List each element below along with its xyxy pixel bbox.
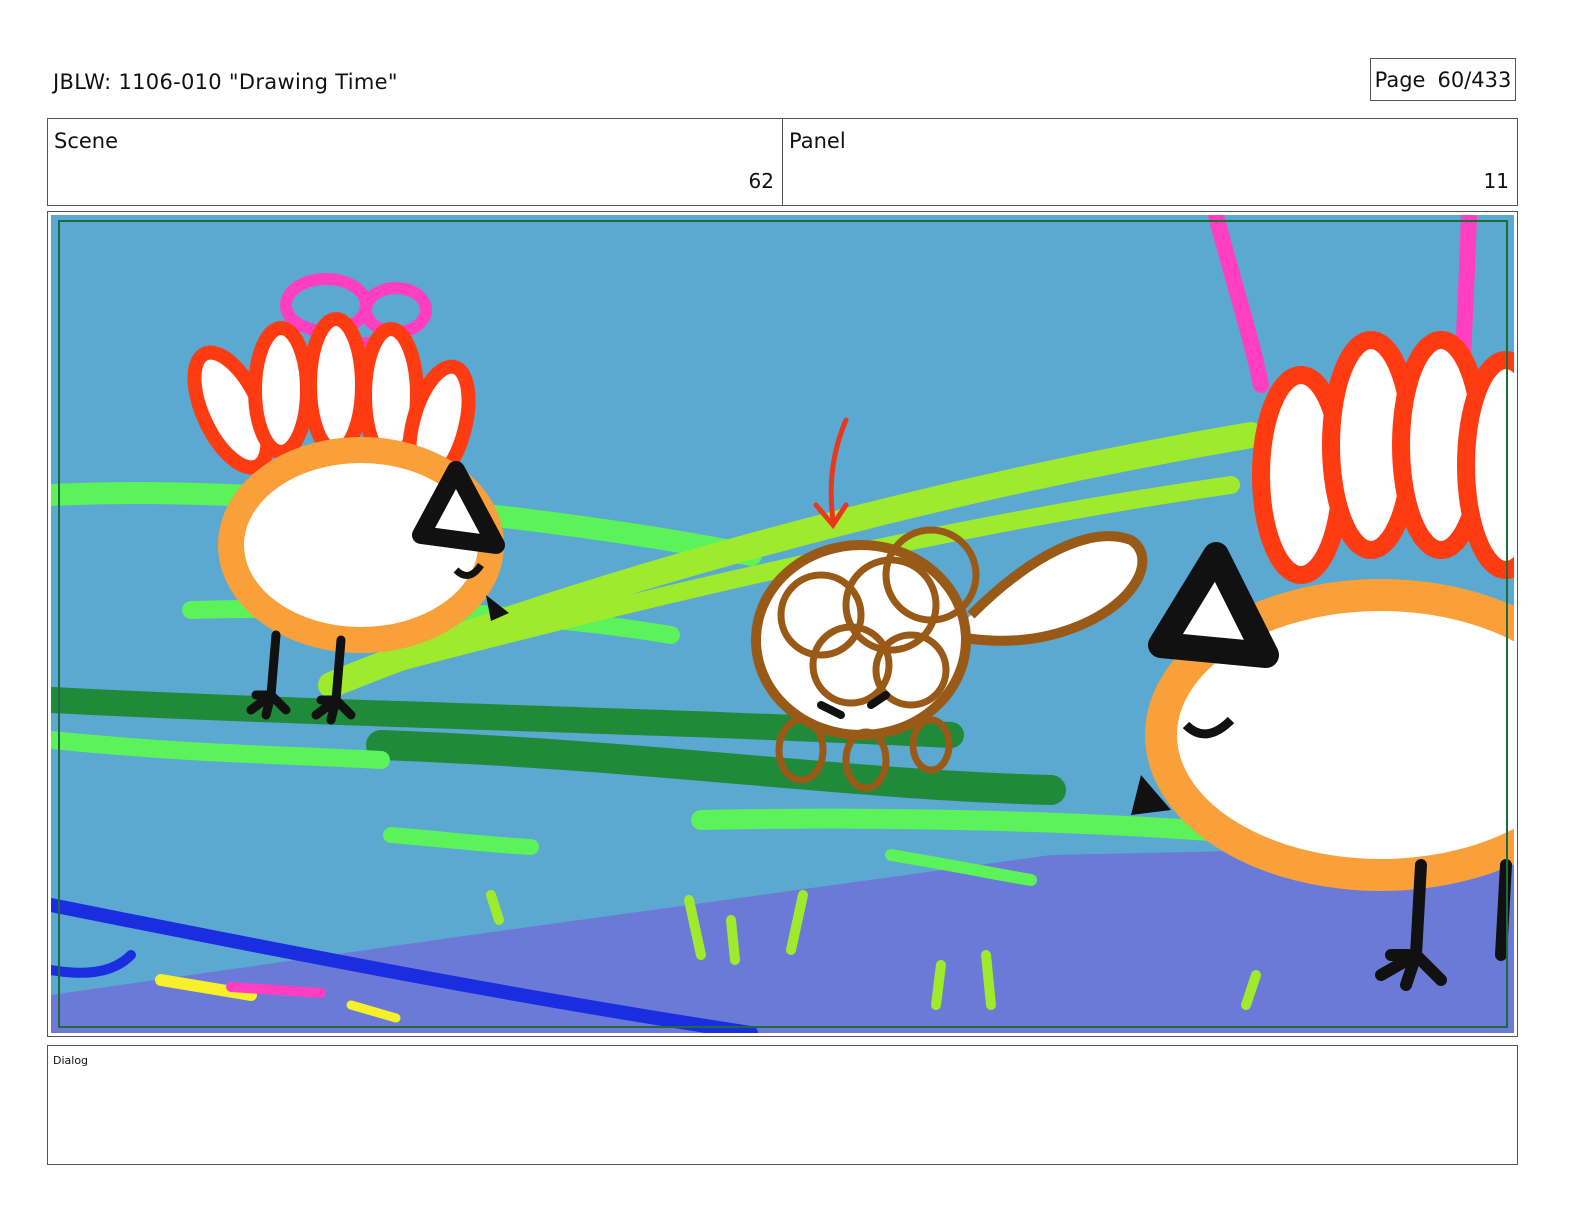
scene-panel-header: Scene 62 Panel 11 <box>47 118 1518 206</box>
page-indicator: Page 60/433 <box>1370 58 1516 101</box>
dialog-label: Dialog <box>53 1054 89 1067</box>
board-title: JBLW: 1106-010 "Drawing Time" <box>53 70 398 94</box>
scene-number: 62 <box>748 169 774 193</box>
panel-label: Panel <box>789 129 846 153</box>
page-number: 60/433 <box>1437 67 1512 92</box>
crayon-scene-illustration <box>51 215 1514 1033</box>
scene-label: Scene <box>54 129 119 153</box>
page-label: Page <box>1374 67 1426 92</box>
panel-cell: Panel 11 <box>782 119 1517 205</box>
panel-number: 11 <box>1483 169 1509 193</box>
scene-cell: Scene 62 <box>48 119 782 205</box>
dialog-box: Dialog <box>47 1045 1518 1165</box>
storyboard-frame <box>47 211 1518 1037</box>
